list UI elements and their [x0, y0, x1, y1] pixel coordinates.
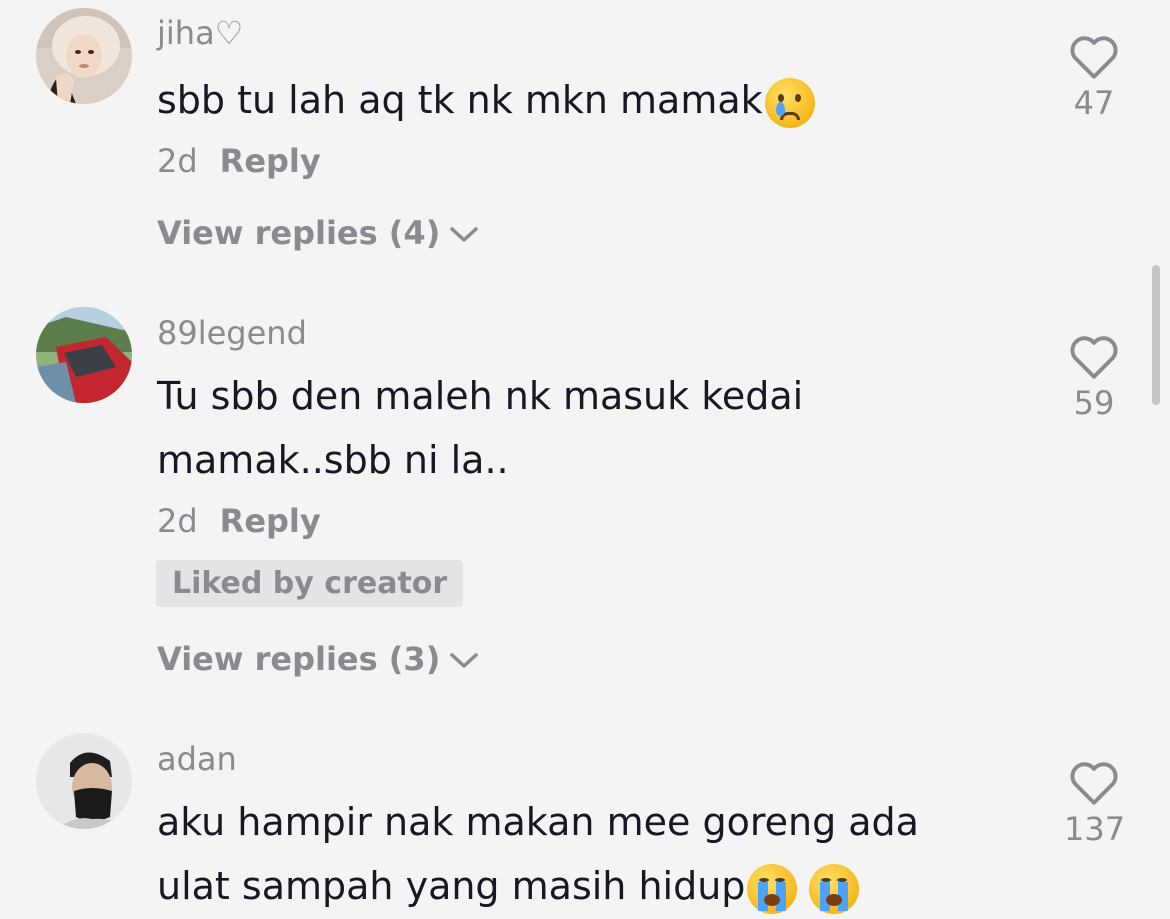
- avatar[interactable]: [36, 307, 132, 403]
- comment-text-line: sbb tu lah aq tk nk mkn mamak: [157, 78, 763, 122]
- view-replies-label: View replies (3): [157, 640, 441, 678]
- loudly-crying-emoji: [809, 863, 860, 914]
- heart-outline-icon: [1070, 336, 1118, 379]
- comment-timestamp: 2d: [157, 142, 198, 180]
- avatar[interactable]: [36, 8, 132, 104]
- comment-timestamp: 2d: [157, 502, 198, 540]
- sad-tear-emoji: [764, 77, 815, 128]
- comment-text-line: aku hampir nak makan mee goreng ada: [157, 800, 919, 844]
- scrollbar[interactable]: [1152, 265, 1160, 405]
- comment-text: Tu sbb den maleh nk masuk kedai mamak..s…: [157, 364, 803, 492]
- comment-text-line-wrap: ulat sampah yang masih hidup: [157, 854, 919, 918]
- like-count: 59: [1073, 384, 1115, 422]
- loudly-crying-emoji: [747, 863, 798, 914]
- chevron-down-icon: [450, 653, 479, 668]
- heart-outline-icon: [1070, 36, 1118, 79]
- comment-text-line: ulat sampah yang masih hidup: [157, 864, 746, 908]
- heart-outline-icon: [1070, 762, 1118, 805]
- view-replies-label: View replies (4): [157, 214, 441, 252]
- comment-username[interactable]: adan: [157, 740, 237, 778]
- comment-username[interactable]: 89legend: [157, 314, 307, 352]
- comment-meta: 2d Reply: [157, 142, 321, 180]
- comment-meta: 2d Reply: [157, 502, 321, 540]
- comment-text-line: mamak..sbb ni la..: [157, 438, 509, 482]
- like-button[interactable]: 137: [1064, 758, 1126, 848]
- comment-text-line: Tu sbb den maleh nk masuk kedai: [157, 374, 804, 418]
- reply-button[interactable]: Reply: [220, 502, 321, 540]
- comment-username[interactable]: jiha♡: [157, 14, 243, 52]
- avatar[interactable]: [36, 733, 132, 829]
- view-replies-button[interactable]: View replies (4): [157, 214, 480, 252]
- reply-button[interactable]: Reply: [220, 142, 321, 180]
- like-count: 47: [1073, 84, 1115, 122]
- chevron-down-icon: [450, 227, 479, 242]
- comment-text: aku hampir nak makan mee goreng ada ulat…: [157, 790, 919, 918]
- view-replies-button[interactable]: View replies (3): [157, 640, 480, 678]
- like-count: 137: [1064, 810, 1126, 848]
- like-button[interactable]: 59: [1064, 332, 1124, 422]
- liked-by-creator-badge: Liked by creator: [156, 560, 464, 607]
- comment-text: sbb tu lah aq tk nk mkn mamak: [157, 68, 815, 132]
- like-button[interactable]: 47: [1064, 32, 1124, 122]
